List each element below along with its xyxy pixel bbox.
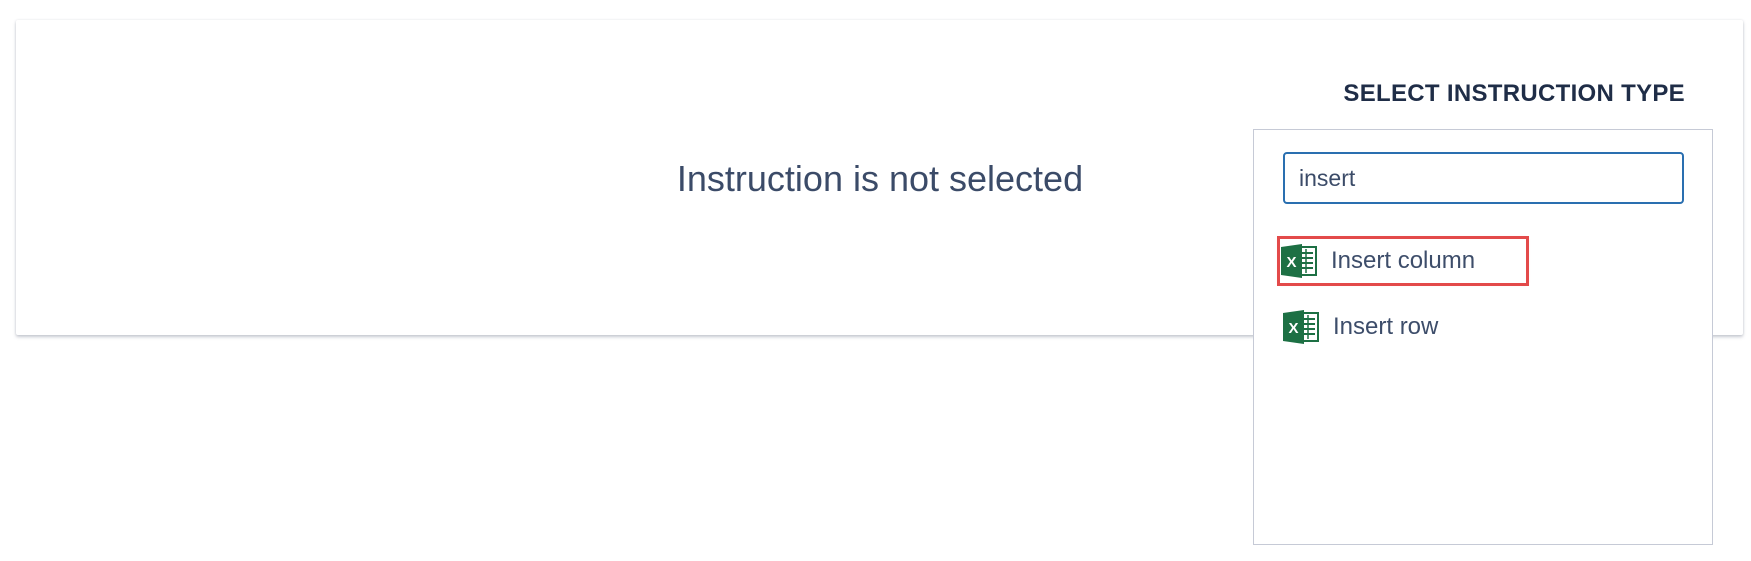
option-label: Insert column bbox=[1331, 247, 1476, 274]
instruction-type-title: SELECT INSTRUCTION TYPE bbox=[1343, 80, 1685, 107]
option-insert-row[interactable]: X Insert row bbox=[1282, 305, 1438, 349]
svg-text:X: X bbox=[1288, 320, 1298, 337]
excel-icon: X bbox=[1283, 310, 1319, 344]
excel-icon: X bbox=[1281, 244, 1317, 278]
option-label: Insert row bbox=[1333, 313, 1439, 340]
option-insert-column[interactable]: X Insert column bbox=[1277, 236, 1529, 286]
instruction-type-dropdown: X Insert column X Insert row bbox=[1253, 129, 1713, 545]
svg-text:X: X bbox=[1286, 254, 1296, 271]
instruction-search-input[interactable] bbox=[1283, 152, 1684, 204]
